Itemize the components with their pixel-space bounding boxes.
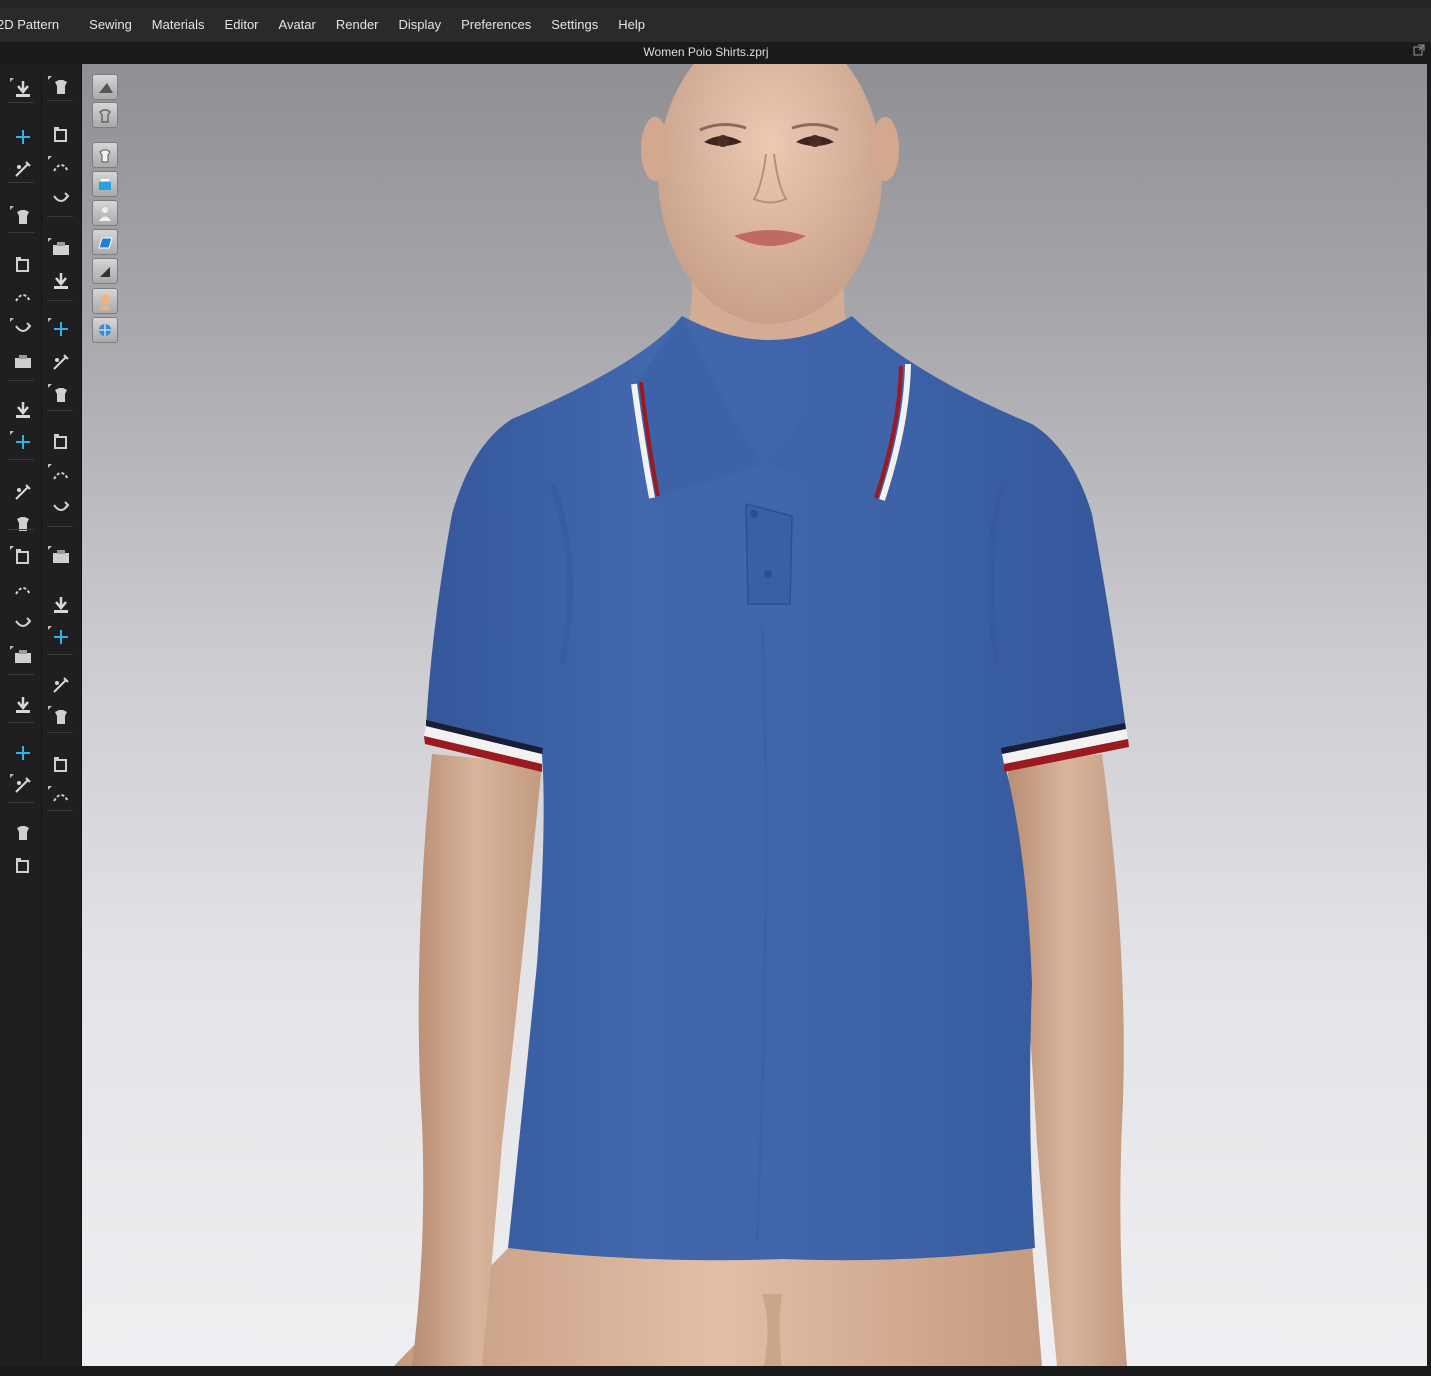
walk-pose-icon[interactable] [46, 74, 76, 100]
zipper-icon[interactable] [46, 544, 76, 570]
menu-help[interactable]: Help [608, 8, 655, 42]
avatar-scene[interactable] [82, 64, 1427, 1366]
edit-curvature-icon[interactable] [8, 156, 38, 182]
layer-icon[interactable] [8, 692, 38, 718]
toolbar-separator [8, 102, 34, 103]
tape-measure-icon[interactable] [8, 740, 38, 766]
toolbar-separator [47, 216, 73, 217]
segment-sewing-icon[interactable] [8, 284, 38, 310]
avatar-view-icon[interactable] [92, 74, 118, 100]
toolbar-separator [8, 802, 34, 803]
toolbar-separator [8, 232, 34, 233]
menu-sewing[interactable]: Sewing [79, 8, 142, 42]
toolbar-separator [47, 526, 73, 527]
cut-pattern-icon[interactable] [46, 186, 76, 212]
menu-editor[interactable]: Editor [215, 8, 269, 42]
garment-view-icon[interactable] [92, 102, 118, 128]
thick-render-icon[interactable] [92, 258, 118, 284]
puckering-icon[interactable] [8, 511, 38, 537]
trace-icon[interactable] [46, 236, 76, 262]
straight-line-icon[interactable] [46, 268, 76, 294]
piping-icon[interactable] [46, 704, 76, 730]
show-garment-icon[interactable] [92, 142, 118, 168]
app-window: 2D Pattern Sewing Materials Editor Avata… [0, 0, 1431, 1376]
fit-map-icon[interactable] [8, 853, 38, 879]
popout-window-icon[interactable] [1413, 44, 1425, 59]
skin-icon[interactable] [92, 288, 118, 314]
viewport-right-edge [1427, 64, 1431, 1366]
simulation-icon[interactable] [8, 76, 38, 102]
gather-icon[interactable] [46, 316, 76, 342]
texture-edit-icon[interactable] [46, 349, 76, 375]
ruler-icon[interactable] [8, 772, 38, 798]
toolbar-separator [47, 410, 73, 411]
3d-viewport[interactable] [82, 64, 1427, 1366]
avatar-head [658, 64, 882, 324]
texture-surface-icon[interactable] [92, 229, 118, 255]
environment-icon[interactable] [92, 317, 118, 343]
tack-icon[interactable] [8, 429, 38, 455]
avatar-measure-icon[interactable] [8, 611, 38, 637]
toolbar-separator [8, 459, 34, 460]
toolbar-separator [47, 810, 73, 811]
show-pattern-icon[interactable] [92, 171, 118, 197]
select-move-icon[interactable] [46, 122, 76, 148]
toolbar-separator [47, 100, 73, 101]
fabric-tool-icon[interactable] [8, 479, 38, 505]
toolbar-separator [8, 529, 34, 530]
toolbar-separator [8, 722, 34, 723]
flatten-icon[interactable] [46, 752, 76, 778]
buttonhole-icon[interactable] [46, 495, 76, 521]
body-icon[interactable] [8, 644, 38, 670]
menu-display[interactable]: Display [389, 8, 452, 42]
free-sewing-icon[interactable] [8, 316, 38, 342]
menu-bar: 2D Pattern Sewing Materials Editor Avata… [0, 8, 1431, 42]
menu-materials[interactable]: Materials [142, 8, 215, 42]
elastic-icon[interactable] [46, 784, 76, 810]
puckering-brush-icon[interactable] [46, 624, 76, 650]
status-strip [0, 1366, 1431, 1376]
show-avatar-icon[interactable] [92, 200, 118, 226]
document-title: Women Polo Shirts.zprj [643, 45, 769, 59]
placket [745, 503, 793, 605]
menu-render[interactable]: Render [326, 8, 389, 42]
toolbar-separator [47, 654, 73, 655]
select-button-icon[interactable] [46, 462, 76, 488]
fold-brush-icon[interactable] [46, 672, 76, 698]
graphic-icon[interactable] [46, 382, 76, 408]
edit-pattern-icon[interactable] [46, 154, 76, 180]
shrinkwrap-icon[interactable] [8, 577, 38, 603]
toolbar-separator [47, 300, 73, 301]
toolbar-column-divider [41, 72, 42, 1362]
menu-2d-pattern[interactable]: 2D Pattern [0, 8, 69, 42]
3d-tool-palette [0, 64, 82, 1376]
toolbar-separator [8, 674, 34, 675]
trim-icon[interactable] [46, 592, 76, 618]
document-title-bar: Women Polo Shirts.zprj [0, 42, 1431, 64]
shirt-button [764, 570, 772, 578]
menu-preferences[interactable]: Preferences [451, 8, 541, 42]
fold-arrangement-icon[interactable] [8, 349, 38, 375]
transform-pattern-icon[interactable] [8, 252, 38, 278]
shirt-button [750, 510, 758, 518]
add-point-icon[interactable] [8, 124, 38, 150]
toolbar-separator [8, 182, 34, 183]
button-icon[interactable] [46, 429, 76, 455]
shirring-icon[interactable] [8, 544, 38, 570]
toolbar-separator [8, 380, 34, 381]
garment-fit-icon[interactable] [8, 204, 38, 230]
strengthen-icon[interactable] [8, 820, 38, 846]
pin-icon[interactable] [8, 397, 38, 423]
toolbar-separator [47, 732, 73, 733]
menu-avatar[interactable]: Avatar [269, 8, 326, 42]
top-strip [0, 0, 1431, 8]
menu-settings[interactable]: Settings [541, 8, 608, 42]
